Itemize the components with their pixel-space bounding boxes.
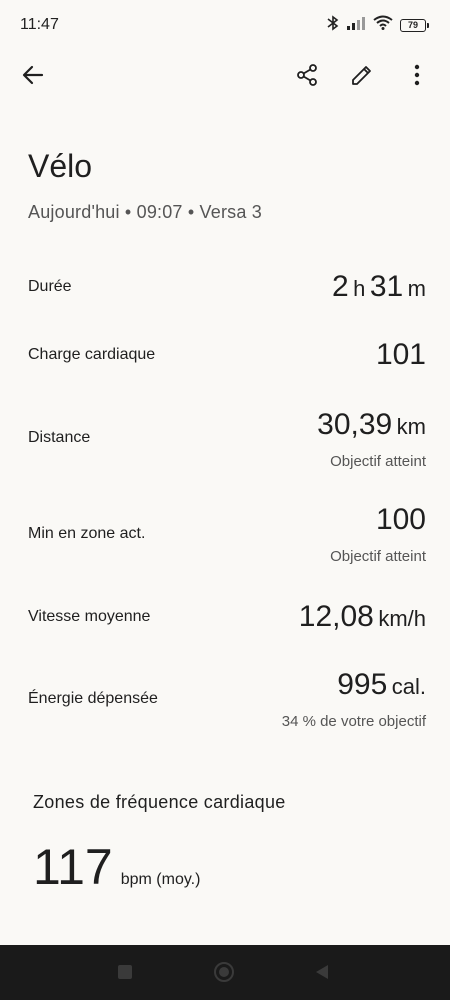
active-zone-value: 100 xyxy=(376,503,426,537)
signal-icon xyxy=(346,16,366,35)
system-nav-bar xyxy=(0,945,450,1000)
distance-label: Distance xyxy=(28,429,91,446)
heart-load-label: Charge cardiaque xyxy=(28,346,156,363)
avg-bpm-row: 117 bpm (moy.) xyxy=(33,838,200,896)
duration-hours-unit: h xyxy=(353,276,366,301)
activity-subtitle: Aujourd'hui • 09:07 • Versa 3 xyxy=(28,202,262,222)
back-triangle-icon xyxy=(316,965,328,979)
share-button[interactable] xyxy=(287,55,327,95)
distance-value: 30,39 km xyxy=(317,408,426,442)
energy-goal-note: 34 % de votre objectif xyxy=(281,713,426,730)
avg-speed-number: 12,08 xyxy=(298,600,374,633)
avg-bpm-unit: bpm (moy.) xyxy=(120,871,201,888)
back-nav-button[interactable] xyxy=(310,960,334,984)
active-zone-goal-note: Objectif atteint xyxy=(330,548,426,565)
heart-zones-title: Zones de fréquence cardiaque xyxy=(33,792,286,812)
energy-value: 995 cal. xyxy=(337,668,426,702)
home-circle-icon xyxy=(214,962,234,982)
avg-speed-label: Vitesse moyenne xyxy=(28,608,151,625)
energy-label: Énergie dépensée xyxy=(28,690,158,707)
duration-value: 2 h 31 m xyxy=(332,270,426,304)
avg-speed-unit: km/h xyxy=(378,606,426,631)
distance-goal-note: Objectif atteint xyxy=(330,453,426,470)
status-bar: 11:47 79 xyxy=(0,0,450,50)
duration-minutes-unit: m xyxy=(407,276,426,301)
distance-number: 30,39 xyxy=(317,408,393,441)
heart-load-value: 101 xyxy=(376,338,426,372)
more-options-button[interactable] xyxy=(397,55,437,95)
wifi-icon xyxy=(373,15,393,35)
distance-unit: km xyxy=(396,414,426,439)
back-button[interactable] xyxy=(13,55,53,95)
share-icon xyxy=(297,64,317,86)
energy-number: 995 xyxy=(337,668,388,701)
active-zone-label: Min en zone act. xyxy=(28,525,146,542)
heart-load-number: 101 xyxy=(375,338,426,371)
active-zone-number: 100 xyxy=(375,503,426,536)
edit-pencil-icon xyxy=(352,66,371,85)
status-icons: 79 xyxy=(327,14,429,36)
duration-hours: 2 xyxy=(332,270,349,303)
edit-button[interactable] xyxy=(342,55,382,95)
avg-bpm-value: 117 xyxy=(33,839,113,895)
more-vert-icon xyxy=(414,64,420,86)
top-app-bar xyxy=(0,50,450,102)
bluetooth-icon xyxy=(327,14,339,36)
energy-unit: cal. xyxy=(391,674,426,699)
back-arrow-icon xyxy=(22,65,44,85)
activity-title: Vélo xyxy=(28,148,93,184)
recents-button[interactable] xyxy=(113,960,137,984)
battery-icon: 79 xyxy=(400,18,429,32)
recents-square-icon xyxy=(118,965,132,979)
avg-speed-value: 12,08 km/h xyxy=(299,600,426,634)
home-button[interactable] xyxy=(212,960,236,984)
duration-minutes: 31 xyxy=(369,270,404,303)
battery-level: 79 xyxy=(407,20,418,30)
status-time: 11:47 xyxy=(20,16,59,33)
duration-label: Durée xyxy=(28,278,72,295)
